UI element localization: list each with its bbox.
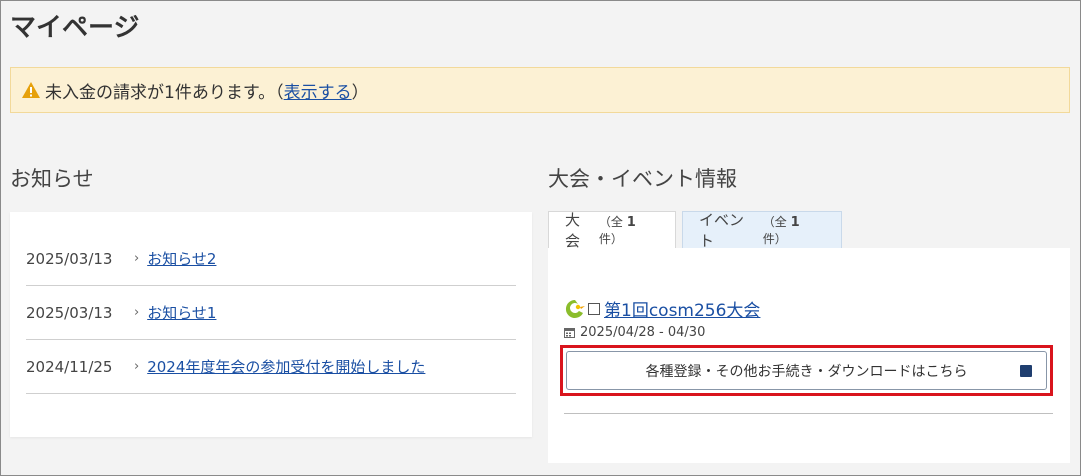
bird-logo-icon	[565, 299, 585, 318]
external-link-icon	[1020, 365, 1032, 377]
news-date: 2024/11/25	[26, 357, 113, 376]
divider	[564, 413, 1053, 414]
count-prefix: （全	[598, 215, 623, 229]
news-link[interactable]: お知らせ1	[147, 302, 216, 323]
calendar-icon	[564, 328, 575, 338]
page-title: マイページ	[10, 13, 140, 43]
count-number: 1	[626, 215, 636, 230]
event-tabs: 大会 （全 1 件） イベント （全 1 件）	[548, 211, 842, 250]
event-date: 2025/04/28 - 04/30	[580, 325, 706, 340]
news-date: 2025/03/13	[26, 303, 113, 322]
highlight-frame: 各種登録・その他お手続き・ダウンロードはこちら	[560, 345, 1053, 396]
event-date-row: 2025/04/28 - 04/30	[564, 325, 705, 340]
chevron-right-icon: ›	[134, 359, 140, 374]
news-item: 2025/03/13 › お知らせ2	[26, 232, 516, 286]
count-prefix: （全	[762, 215, 787, 229]
registration-button-label: 各種登録・その他お手続き・ダウンロードはこちら	[645, 363, 968, 380]
chevron-right-icon: ›	[134, 305, 140, 320]
tab-event[interactable]: イベント （全 1 件）	[682, 211, 842, 250]
count-suffix: 件）	[762, 232, 787, 246]
news-link[interactable]: 2024年度年会の参加受付を開始しました	[147, 356, 425, 377]
count-suffix: 件）	[598, 232, 623, 246]
event-name-link[interactable]: 第1回cosm256大会	[604, 296, 760, 321]
tab-conference[interactable]: 大会 （全 1 件）	[548, 211, 676, 250]
warning-icon	[22, 82, 40, 98]
registration-button[interactable]: 各種登録・その他お手続き・ダウンロードはこちら	[566, 351, 1047, 390]
tab-label: イベント	[699, 211, 745, 250]
news-item: 2024/11/25 › 2024年度年会の参加受付を開始しました	[26, 340, 516, 394]
events-section-title: 大会・イベント情報	[548, 167, 737, 191]
alert-suffix: ）	[351, 82, 369, 103]
tab-count: （全 1 件）	[763, 213, 825, 247]
chevron-right-icon: ›	[134, 251, 140, 266]
alert-text: 未入金の請求が1件あります。（	[45, 82, 284, 103]
event-header: 第1回cosm256大会	[564, 296, 760, 321]
news-list: 2025/03/13 › お知らせ2 2025/03/13 › お知らせ1 20…	[26, 232, 516, 394]
news-section-title: お知らせ	[10, 167, 94, 191]
unpaid-alert: 未入金の請求が1件あります。（ 表示する ）	[10, 67, 1070, 113]
news-item: 2025/03/13 › お知らせ1	[26, 286, 516, 340]
news-date: 2025/03/13	[26, 249, 113, 268]
count-number: 1	[790, 215, 800, 230]
tab-label: 大会	[565, 211, 581, 250]
news-panel: 2025/03/13 › お知らせ2 2025/03/13 › お知らせ1 20…	[10, 212, 532, 437]
show-invoice-link[interactable]: 表示する	[284, 78, 352, 103]
event-panel: 第1回cosm256大会 2025/04/28 - 04/30 各種登録・その他…	[548, 248, 1070, 463]
external-link-icon	[588, 302, 600, 315]
news-link[interactable]: お知らせ2	[147, 248, 216, 269]
tab-count: （全 1 件）	[599, 213, 659, 247]
